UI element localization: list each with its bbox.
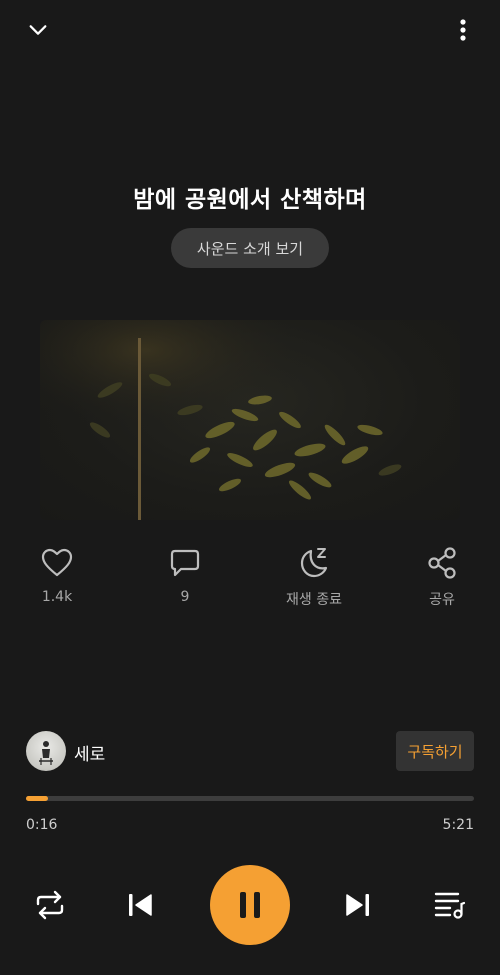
pause-icon (240, 892, 260, 918)
collapse-button[interactable] (22, 14, 54, 46)
repeat-button[interactable] (30, 885, 70, 925)
track-artwork (40, 320, 460, 520)
current-time: 0:16 (26, 817, 58, 833)
progress-bar[interactable] (26, 796, 474, 801)
moon-sleep-icon (300, 548, 328, 578)
heart-icon (41, 548, 73, 577)
previous-button[interactable] (120, 885, 160, 925)
share-icon (428, 547, 456, 579)
comment-count: 9 (180, 589, 190, 605)
artist-name[interactable]: 세로 (74, 740, 105, 765)
playlist-button[interactable] (430, 885, 470, 925)
progress-fill (26, 796, 49, 801)
repeat-icon (36, 890, 64, 920)
sleep-timer-action[interactable]: 재생 종료 (264, 545, 364, 609)
comment-icon (170, 549, 200, 577)
skip-next-icon (346, 894, 369, 916)
artwork-image (40, 320, 460, 520)
like-count: 1.4k (41, 589, 73, 605)
sound-intro-button[interactable]: 사운드 소개 보기 (171, 228, 329, 268)
share-label: 공유 (429, 592, 455, 608)
subscribe-button[interactable]: 구독하기 (396, 731, 474, 771)
playlist-icon (434, 892, 466, 919)
track-title: 밤에 공원에서 산책하며 (133, 187, 367, 213)
skip-previous-icon (129, 894, 152, 916)
next-button[interactable] (338, 885, 378, 925)
like-action[interactable]: 1.4k (7, 545, 107, 605)
total-time: 5:21 (442, 817, 474, 833)
share-action[interactable]: 공유 (392, 545, 492, 609)
more-options-button[interactable] (448, 14, 478, 46)
sleep-timer-label: 재생 종료 (286, 592, 342, 608)
chevron-down-icon (29, 25, 47, 35)
play-pause-button[interactable] (210, 865, 290, 945)
more-vertical-icon (460, 19, 466, 41)
comment-action[interactable]: 9 (135, 545, 235, 605)
artist-avatar[interactable] (26, 731, 66, 771)
